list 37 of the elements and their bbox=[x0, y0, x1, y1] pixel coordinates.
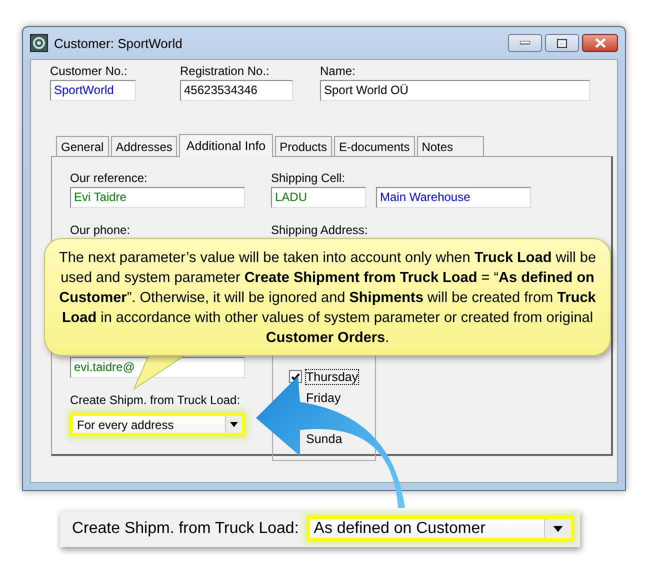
dropdown-arrow-icon[interactable] bbox=[230, 422, 238, 427]
field-label: Shipping Address: bbox=[271, 223, 369, 237]
text-field[interactable]: SportWorld bbox=[50, 80, 136, 101]
checkbox-label: Sunda bbox=[306, 432, 342, 446]
text-field[interactable]: Main Warehouse bbox=[376, 187, 531, 208]
close-icon bbox=[594, 38, 606, 48]
close-button[interactable] bbox=[582, 34, 618, 52]
app-icon bbox=[30, 34, 48, 52]
maximize-button[interactable] bbox=[545, 34, 579, 52]
tab[interactable]: Addresses bbox=[110, 136, 178, 156]
maximize-icon bbox=[557, 38, 567, 48]
tab[interactable]: E-documents bbox=[334, 136, 415, 156]
combo-box[interactable]: For every address bbox=[70, 413, 245, 436]
tab[interactable]: General bbox=[56, 136, 109, 156]
minimize-icon bbox=[520, 41, 530, 45]
text-field[interactable]: Evi Taidre bbox=[70, 187, 245, 208]
field-label: Create Shipm. from Truck Load: bbox=[70, 393, 242, 407]
field-label: Create Shipm. from Truck Load: bbox=[72, 520, 299, 538]
tab[interactable]: Additional Info bbox=[179, 134, 273, 157]
checkbox-label: Friday bbox=[306, 390, 341, 404]
text-field[interactable]: 45623534346 bbox=[180, 80, 293, 101]
callout-tooltip: The next parameter’s value will be taken into account only when Truck Load will be used and system parameter Create Shipment from Truck Load = “As defined on Customer”. Otherwise, it will be ignored and Shipments will be created from Truck Load in accordance with other values of system parameter or created from original Customer Orders. bbox=[44, 238, 611, 356]
field-label: Our reference: bbox=[70, 171, 148, 185]
field-label: Name: bbox=[320, 64, 356, 78]
field-label: Shipping Cell: bbox=[271, 171, 346, 185]
field-label: Our phone: bbox=[70, 223, 132, 237]
tab[interactable]: Notes bbox=[416, 136, 484, 156]
field-label: Registration No.: bbox=[180, 64, 270, 78]
field-label: Customer No.: bbox=[50, 64, 128, 78]
text-field[interactable]: Sport World OÜ bbox=[320, 80, 590, 101]
combo-box[interactable]: As defined on Customer bbox=[306, 516, 574, 541]
window-title: Customer: SportWorld bbox=[54, 36, 182, 50]
tab[interactable]: Products bbox=[274, 136, 332, 156]
dropdown-arrow-icon[interactable] bbox=[553, 526, 563, 532]
text-field[interactable]: LADU bbox=[271, 187, 366, 208]
checkbox-label: Thursday bbox=[306, 370, 358, 384]
minimize-button[interactable] bbox=[508, 34, 542, 52]
